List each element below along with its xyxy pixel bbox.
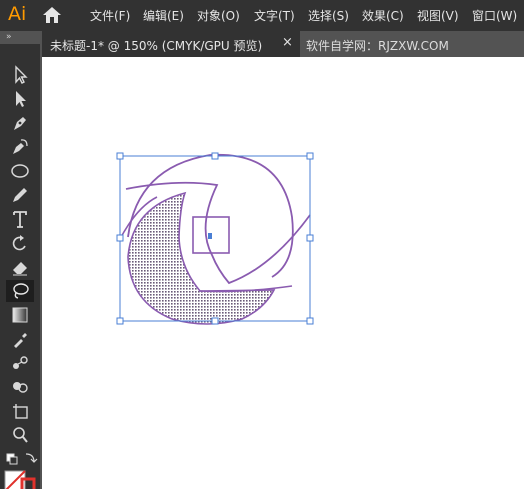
bottom-swoosh-path[interactable]: [199, 285, 293, 293]
curvature-tool[interactable]: [6, 136, 34, 158]
pencil-tool[interactable]: [6, 184, 34, 206]
blend-tool[interactable]: [6, 352, 34, 374]
tab-document-active[interactable]: 未标题-1* @ 150% (CMYK/GPU 预览) ×: [42, 31, 300, 57]
hatched-crescent[interactable]: [127, 191, 276, 325]
menu-select[interactable]: 选择(S): [308, 7, 349, 24]
arrow-outline-icon: [15, 65, 28, 84]
gradient-icon: [12, 307, 28, 323]
collapse-toolbar-icon[interactable]: »: [6, 32, 12, 42]
direct-selection-tool[interactable]: [6, 88, 34, 110]
handle-bottom-middle: [211, 317, 219, 325]
artboard-tool[interactable]: [6, 400, 34, 422]
fill-stroke-swatch[interactable]: [4, 470, 36, 493]
menu-view[interactable]: 视图(V): [417, 7, 459, 24]
menu-window[interactable]: 窗口(W): [472, 7, 517, 24]
handle-bottom-right: [306, 317, 314, 325]
close-tab-button[interactable]: ×: [282, 35, 293, 50]
tab-label: 未标题-1* @ 150% (CMYK/GPU 预览): [50, 39, 263, 53]
rotate-tool[interactable]: [6, 232, 34, 254]
eraser-icon: [13, 262, 27, 276]
default-colors-icon: [6, 453, 38, 465]
curvature-pen-icon: [13, 139, 28, 154]
menu-type[interactable]: 文字(T): [254, 7, 295, 24]
selection-tool[interactable]: [6, 64, 34, 86]
menu-edit[interactable]: 编辑(E): [143, 7, 184, 24]
handle-middle-left: [116, 234, 124, 242]
handle-top-left: [116, 152, 124, 160]
handle-top-right: [306, 152, 314, 160]
fill-none-icon: [4, 470, 36, 493]
eraser-tool[interactable]: [6, 256, 34, 278]
pen-tool[interactable]: [6, 112, 34, 134]
gradient-tool[interactable]: [6, 304, 34, 326]
center-point: [208, 233, 212, 239]
lasso-tool[interactable]: [6, 280, 34, 302]
pencil-icon: [13, 188, 27, 202]
type-tool[interactable]: [6, 208, 34, 230]
tools-panel: [0, 44, 40, 493]
magnifier-icon: [13, 427, 28, 443]
menu-bar: Ai 文件(F) 编辑(E) 对象(O) 文字(T) 选择(S) 效果(C) 视…: [0, 0, 524, 31]
shape-builder-icon: [13, 382, 28, 393]
ellipse-tool[interactable]: [6, 160, 34, 182]
eyedropper-icon: [14, 333, 27, 348]
arrow-filled-icon: [16, 91, 26, 107]
app-logo: Ai: [8, 3, 27, 25]
type-icon: [13, 211, 27, 228]
ellipse-icon: [11, 164, 29, 178]
zoom-tool[interactable]: [6, 424, 34, 446]
menu-effect[interactable]: 效果(C): [362, 7, 404, 24]
artboard-icon: [13, 404, 28, 419]
blend-icon: [13, 356, 28, 369]
shape-builder-tool[interactable]: [6, 376, 34, 398]
menu-file[interactable]: 文件(F): [90, 7, 130, 24]
home-icon[interactable]: [42, 6, 62, 24]
artwork[interactable]: [42, 57, 524, 489]
tab-document-inactive[interactable]: 软件自学网：RJZXW.COM: [306, 37, 449, 54]
handle-middle-right: [306, 234, 314, 242]
artboard-canvas[interactable]: [42, 57, 524, 489]
handle-top-middle: [211, 152, 219, 160]
handle-bottom-left: [116, 317, 124, 325]
rotate-icon: [12, 235, 26, 251]
swap-colors-controls[interactable]: [4, 450, 38, 468]
menu-object[interactable]: 对象(O): [197, 7, 240, 24]
lasso-icon: [13, 283, 29, 299]
document-tab-bar: 未标题-1* @ 150% (CMYK/GPU 预览) × 软件自学网：RJZX…: [42, 31, 524, 57]
pen-icon: [14, 117, 26, 130]
eyedropper-tool[interactable]: [6, 328, 34, 350]
